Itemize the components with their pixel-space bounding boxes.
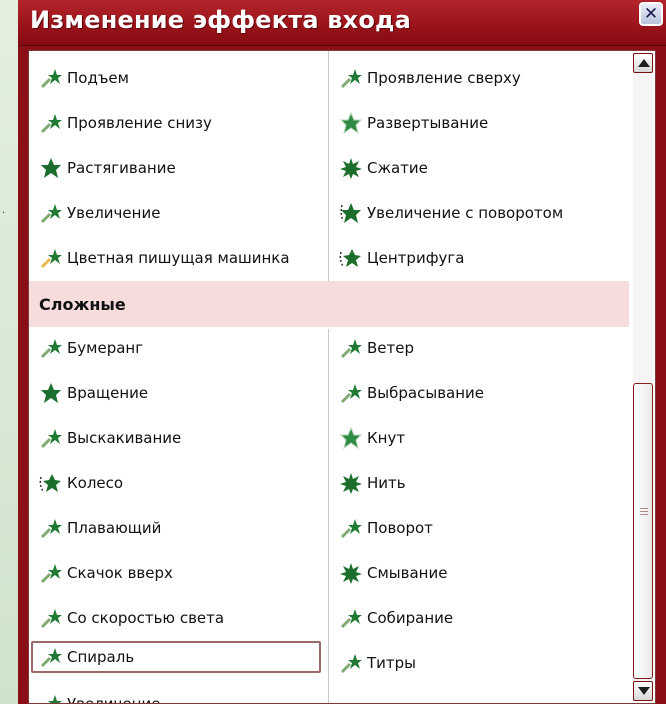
- arrow-down-icon: [638, 687, 650, 695]
- effect-item[interactable]: Цветная пишущая машинка: [39, 243, 290, 273]
- close-icon: ✕: [643, 4, 659, 24]
- effect-label: Бумеранг: [67, 339, 144, 357]
- effect-label: Плавающий: [67, 519, 162, 537]
- star-trail-icon: [40, 609, 62, 629]
- effect-item-selected[interactable]: Спираль: [31, 641, 321, 673]
- scroll-up-button[interactable]: [633, 53, 653, 73]
- effect-label: Титры: [367, 654, 417, 672]
- star-trail-icon: [340, 519, 362, 539]
- effect-label: Ветер: [367, 339, 415, 357]
- star-trail-icon: [340, 609, 362, 629]
- scroll-down-button[interactable]: [633, 681, 653, 701]
- title-bar: Изменение эффекта входа ✕: [18, 0, 666, 46]
- vertical-scrollbar[interactable]: [633, 53, 653, 701]
- background-bullet: .: [2, 205, 6, 216]
- effect-item[interactable]: Плавающий: [39, 513, 161, 543]
- effect-item[interactable]: Поворот: [339, 513, 433, 543]
- striped-star-icon: [339, 111, 363, 135]
- burst-star-icon: [340, 473, 362, 494]
- effect-label: Подъем: [67, 69, 129, 87]
- effect-item[interactable]: Бумеранг: [39, 333, 143, 363]
- effect-item[interactable]: Выскакивание: [39, 423, 181, 453]
- column-divider: [328, 51, 329, 287]
- effect-label: Центрифуга: [367, 249, 465, 267]
- change-entrance-effect-dialog: Изменение эффекта входа ✕ Подъем Проявле…: [18, 0, 666, 704]
- star-trail-icon: [40, 339, 62, 359]
- spin-star-icon: [339, 249, 361, 267]
- effect-label: Спираль: [67, 648, 135, 666]
- section-header-complex: Сложные: [29, 281, 629, 327]
- effect-item[interactable]: Сжатие: [339, 153, 428, 183]
- effect-item[interactable]: Проявление сверху: [339, 63, 521, 93]
- effect-label: Сжатие: [367, 159, 428, 177]
- effect-label: Собирание: [367, 609, 454, 627]
- effect-item[interactable]: Развертывание: [339, 108, 488, 138]
- star-trail-icon: [340, 384, 362, 404]
- effect-label: Увеличение: [67, 695, 161, 704]
- effect-item[interactable]: Подъем: [39, 63, 129, 93]
- star-trail-icon: [40, 519, 62, 539]
- star-trail-icon: [40, 114, 62, 134]
- star-trail-icon: [40, 69, 62, 89]
- effect-item[interactable]: Увеличение: [39, 689, 161, 704]
- spin-star-icon: [39, 474, 61, 492]
- effect-label: Цветная пишущая машинка: [67, 249, 290, 267]
- close-button[interactable]: ✕: [639, 2, 663, 26]
- effect-label: Развертывание: [367, 114, 489, 132]
- effect-item[interactable]: Со скоростью света: [39, 603, 224, 633]
- arrow-up-icon: [638, 59, 650, 67]
- scroll-thumb[interactable]: [633, 383, 653, 679]
- effect-item[interactable]: Колесо: [39, 468, 123, 498]
- effect-label: Выскакивание: [67, 429, 182, 447]
- effect-label: Нить: [367, 474, 406, 492]
- burst-star-icon: [340, 158, 362, 179]
- star-icon: [41, 383, 61, 403]
- effect-label: Поворот: [367, 519, 433, 537]
- effect-label: Увеличение: [67, 204, 161, 222]
- effect-item[interactable]: Кнут: [339, 423, 405, 453]
- colored-star-icon: [40, 249, 62, 269]
- effect-label: Колесо: [67, 474, 124, 492]
- grip-icon: [640, 508, 648, 509]
- effect-item[interactable]: Вращение: [39, 378, 148, 408]
- effect-label: Со скоростью света: [67, 609, 225, 627]
- effect-item[interactable]: Увеличение с поворотом: [339, 198, 563, 228]
- effect-label: Смывание: [367, 564, 448, 582]
- effect-label: Кнут: [367, 429, 406, 447]
- star-icon: [41, 158, 61, 178]
- dialog-title: Изменение эффекта входа: [30, 6, 412, 34]
- effect-item[interactable]: Собирание: [339, 603, 453, 633]
- star-trail-icon: [340, 69, 362, 89]
- effect-label: Скачок вверх: [67, 564, 173, 582]
- effect-item[interactable]: Выбрасывание: [339, 378, 484, 408]
- star-trail-icon: [40, 564, 62, 584]
- effect-item[interactable]: Растягивание: [39, 153, 176, 183]
- effect-item[interactable]: Центрифуга: [339, 243, 464, 273]
- effect-item[interactable]: Смывание: [339, 558, 447, 588]
- effects-list: Подъем Проявление снизу Растягивание Уве…: [28, 50, 656, 704]
- star-trail-icon: [40, 429, 62, 449]
- spin-star-icon: [340, 203, 361, 223]
- effect-label: Увеличение с поворотом: [367, 204, 564, 222]
- star-trail-icon: [48, 695, 62, 703]
- effect-item[interactable]: Ветер: [339, 333, 414, 363]
- burst-star-icon: [340, 563, 362, 584]
- effect-label: Выбрасывание: [367, 384, 485, 402]
- star-trail-icon: [340, 654, 362, 674]
- striped-star-icon: [339, 426, 363, 450]
- effect-item[interactable]: Проявление снизу: [39, 108, 212, 138]
- star-trail-icon: [340, 339, 362, 359]
- column-divider: [328, 329, 329, 703]
- effect-label: Проявление сверху: [367, 69, 521, 87]
- effect-item[interactable]: Титры: [339, 648, 416, 678]
- effect-label: Вращение: [67, 384, 149, 402]
- star-trail-icon: [40, 204, 62, 224]
- background-strip: [0, 0, 18, 704]
- star-trail-icon: [40, 648, 62, 668]
- effect-item[interactable]: Нить: [339, 468, 406, 498]
- effect-label: Проявление снизу: [67, 114, 212, 132]
- effect-item[interactable]: Скачок вверх: [39, 558, 173, 588]
- effect-label: Растягивание: [67, 159, 176, 177]
- effect-item[interactable]: Увеличение: [39, 198, 160, 228]
